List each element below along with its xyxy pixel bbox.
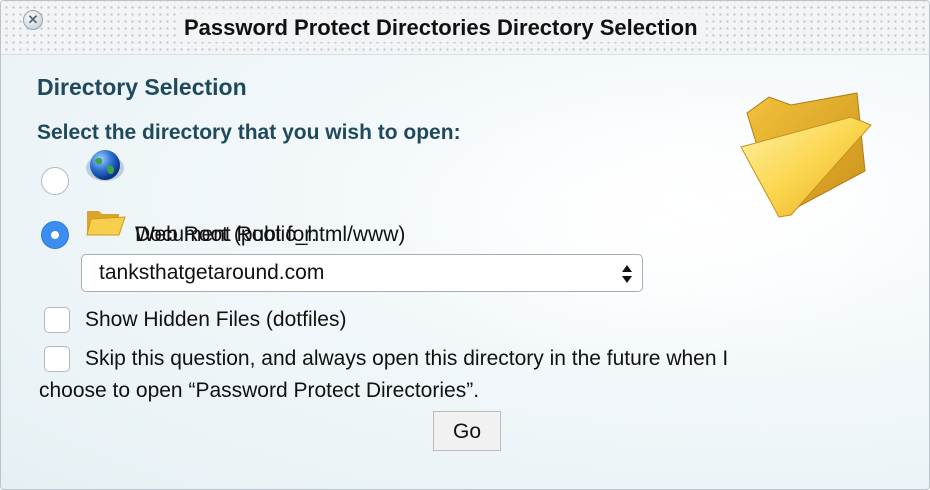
section-heading: Directory Selection bbox=[37, 74, 247, 100]
radio-web-root[interactable] bbox=[41, 167, 69, 195]
go-button[interactable]: Go bbox=[433, 411, 501, 451]
radio-document-root[interactable] bbox=[41, 221, 69, 249]
large-folder-icon bbox=[740, 92, 872, 218]
domain-select-value: tanksthatgetaround.com bbox=[99, 261, 325, 284]
directory-selection-dialog: ✕ Password Protect Directories Directory… bbox=[0, 0, 930, 490]
globe-icon bbox=[86, 150, 124, 181]
directory-prompt: Select the directory that you wish to op… bbox=[37, 121, 461, 144]
close-icon[interactable]: ✕ bbox=[23, 10, 43, 30]
option-web-root[interactable] bbox=[41, 167, 83, 195]
dialog-titlebar: ✕ Password Protect Directories Directory… bbox=[1, 1, 929, 55]
skip-question-label-line1: Skip this question, and always open this… bbox=[85, 347, 729, 370]
folder-icon bbox=[86, 211, 126, 236]
show-hidden-label: Show Hidden Files (dotfiles) bbox=[85, 308, 347, 331]
dialog-title: Password Protect Directories Directory S… bbox=[176, 14, 706, 42]
document-root-label: Document Root for: bbox=[135, 223, 318, 246]
skip-question-label-line2: choose to open “Password Protect Directo… bbox=[39, 379, 480, 402]
select-arrows-icon bbox=[622, 265, 632, 283]
domain-select[interactable]: tanksthatgetaround.com bbox=[81, 254, 643, 292]
show-hidden-checkbox[interactable] bbox=[44, 307, 70, 333]
dialog-content: Directory Selection Select the directory… bbox=[1, 55, 929, 489]
skip-question-checkbox[interactable] bbox=[44, 346, 70, 372]
option-document-root[interactable] bbox=[41, 221, 83, 249]
